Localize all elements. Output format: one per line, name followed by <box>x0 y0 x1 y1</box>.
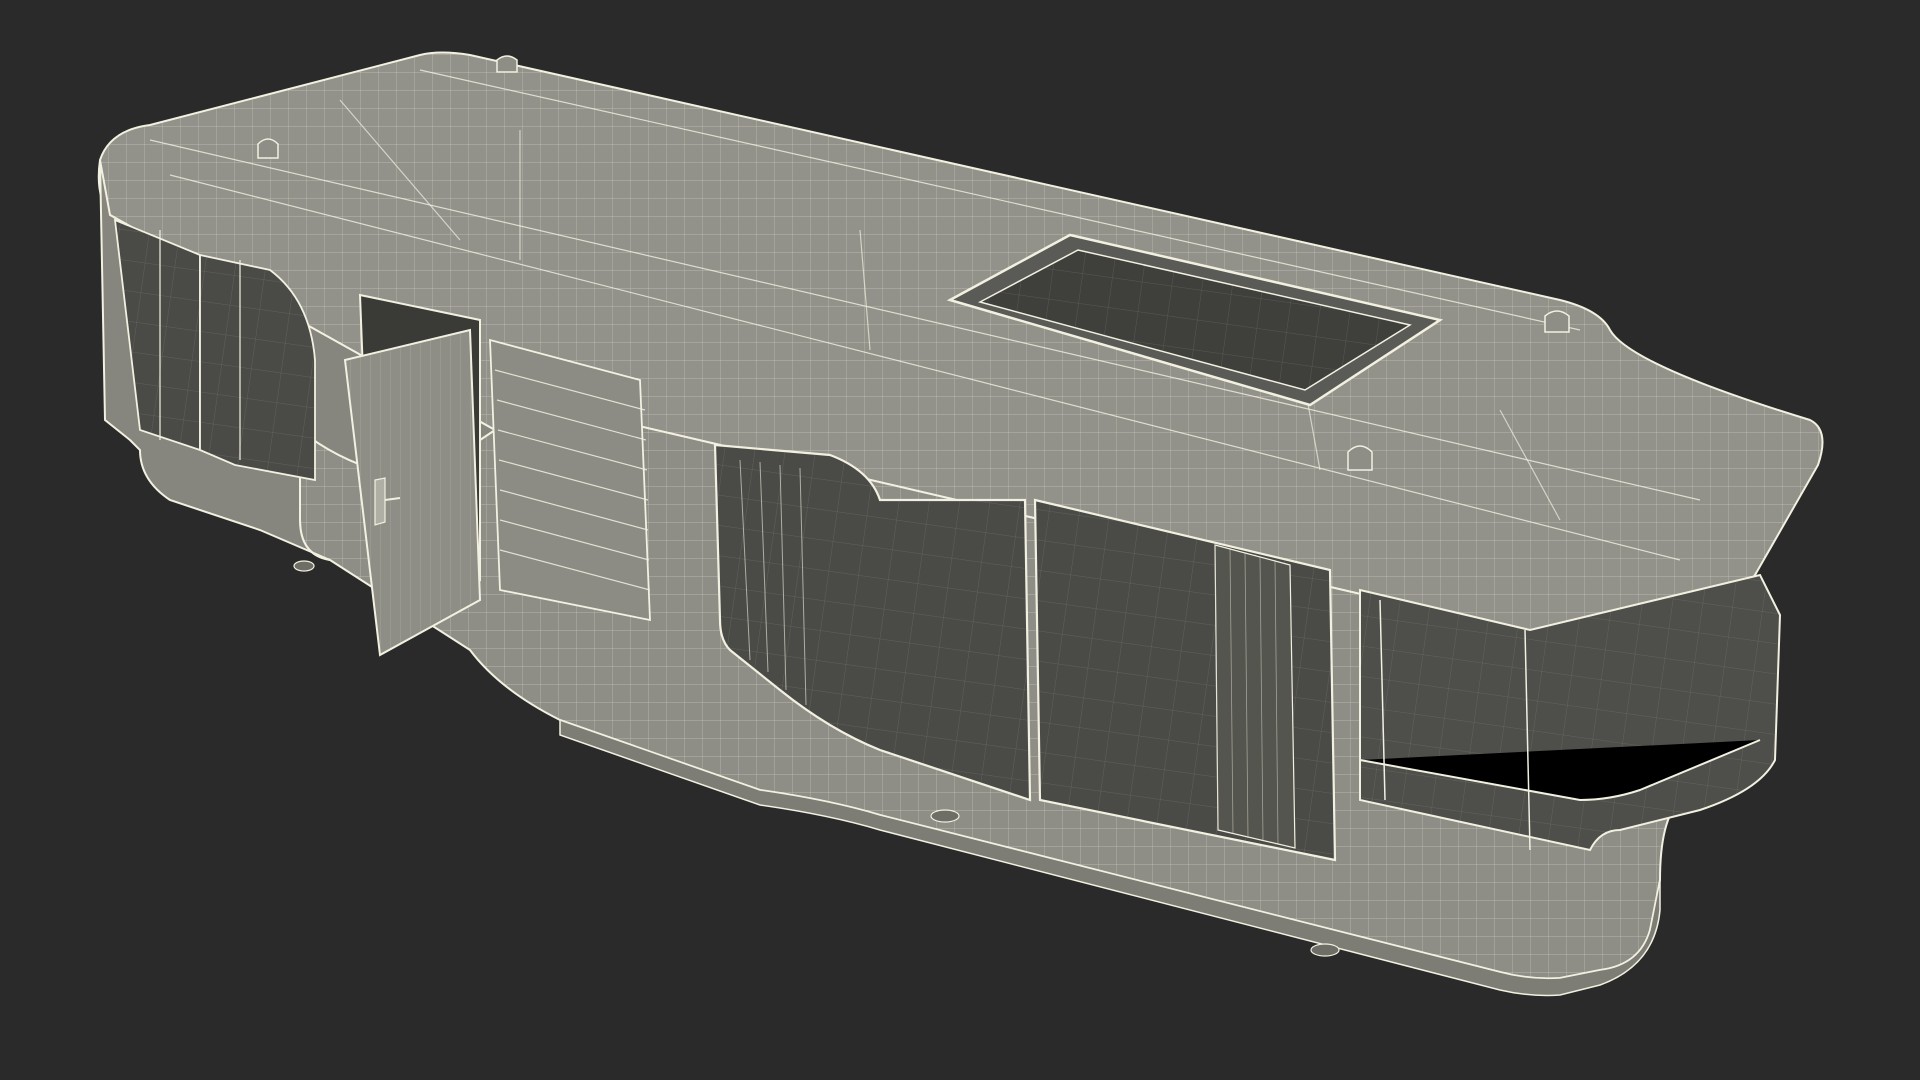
wood-panel-wall <box>489 338 651 622</box>
wireframe-render <box>97 51 1824 997</box>
entry-door <box>343 293 482 657</box>
3d-viewport[interactable] <box>0 0 1920 1080</box>
